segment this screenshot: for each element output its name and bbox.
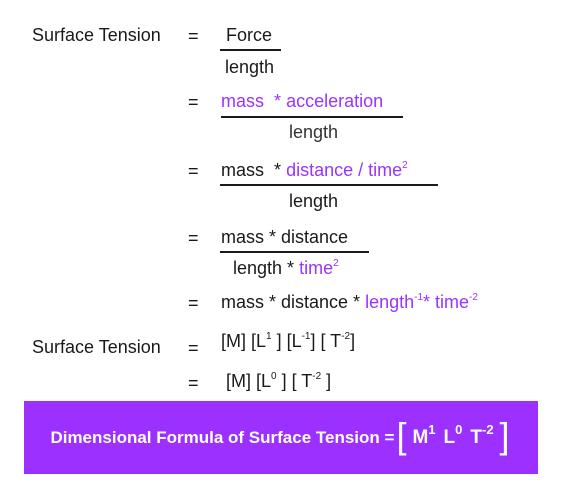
step2-mass: mass [221, 91, 265, 111]
step7-l-exponent: 0 [271, 371, 277, 382]
result-close-bracket: ] [499, 414, 510, 456]
step2-denominator: length [289, 122, 339, 142]
step2-numerator: mass * acceleration [221, 90, 383, 112]
lhs-label-surface-tension: Surface Tension [32, 25, 161, 45]
result-m-exponent: 1 [428, 421, 436, 437]
step6-m-l: [M] [L [221, 331, 267, 351]
step4-time-text: time [299, 258, 334, 278]
result-m: M [412, 426, 429, 448]
step6-t-exponent: -2 [341, 331, 351, 342]
result-label: Dimensional Formula of Surface Tension = [50, 427, 395, 447]
step5-mass-distance: mass * distance * [221, 292, 361, 312]
step6-l2-exponent: -1 [301, 331, 311, 342]
step3-numerator: mass * distance / time2 [221, 159, 408, 181]
step3-time-exponent: 2 [402, 160, 408, 171]
step4-time: time2 [299, 258, 339, 278]
result-banner: Dimensional Formula of Surface Tension =… [24, 401, 538, 474]
step6-t: ] [ T [310, 331, 342, 351]
step5-time-text: * time [423, 292, 470, 312]
step2-operator: * [274, 91, 282, 111]
equals-sign-7: = [188, 373, 199, 393]
result-length-term: L0 [443, 423, 463, 449]
equals-sign-6: = [188, 338, 199, 358]
step4-numerator: mass * distance [221, 227, 349, 247]
step7-t-exponent: -2 [312, 371, 322, 382]
step3-operator: * [274, 160, 282, 180]
step5-length-term: length-1* time-2 [365, 292, 478, 312]
step1-fraction-bar [220, 49, 281, 51]
step5-length-text: length [365, 292, 415, 312]
step4-length: length * [233, 258, 295, 278]
step3-distance-over-time-text: distance / time [286, 160, 403, 180]
step3-distance-over-time: distance / time2 [286, 160, 408, 180]
step6-dimensions: [M] [L1 ] [L-1] [ T-2] [221, 330, 355, 352]
step6-mid: ] [L [271, 331, 302, 351]
step6-l1-exponent: 1 [266, 331, 272, 342]
step5-expression: mass * distance * length-1* time-2 [221, 291, 478, 313]
step3-fraction-bar [220, 184, 438, 186]
result-t: T [470, 426, 482, 448]
lhs-label-surface-tension-2: Surface Tension [32, 337, 161, 357]
result-open-bracket: [ [396, 414, 407, 456]
step7-dimensions: [M] [L0 ] [ T-2 ] [226, 370, 331, 392]
step3-denominator: length [289, 191, 339, 211]
equals-sign-3: = [188, 161, 199, 181]
step6-end: ] [350, 331, 356, 351]
step7-end: ] [321, 371, 332, 391]
step7-m-l: [M] [L [226, 371, 272, 391]
step7-t: ] [ T [276, 371, 313, 391]
result-time-term: T-2 [470, 423, 493, 449]
step1-numerator: Force [226, 25, 273, 45]
step5-time-exponent: -2 [469, 292, 478, 303]
step1-denominator: length [225, 57, 275, 77]
equals-sign-2: = [188, 92, 199, 112]
equals-sign-5: = [188, 293, 199, 313]
equals-sign-1: = [188, 26, 199, 46]
step4-fraction-bar [220, 251, 369, 253]
step2-acceleration: acceleration [286, 91, 384, 111]
step2-fraction-bar [221, 116, 403, 118]
result-t-exponent: -2 [481, 421, 494, 437]
step4-time-exponent: 2 [333, 258, 339, 269]
equals-sign-4: = [188, 228, 199, 248]
step5-length-exponent: -1 [414, 292, 424, 303]
step4-denominator: length * time2 [233, 257, 339, 279]
result-mass-term: M1 [412, 423, 435, 449]
result-l: L [443, 426, 456, 448]
step3-mass: mass [221, 160, 265, 180]
result-l-exponent: 0 [455, 421, 463, 437]
